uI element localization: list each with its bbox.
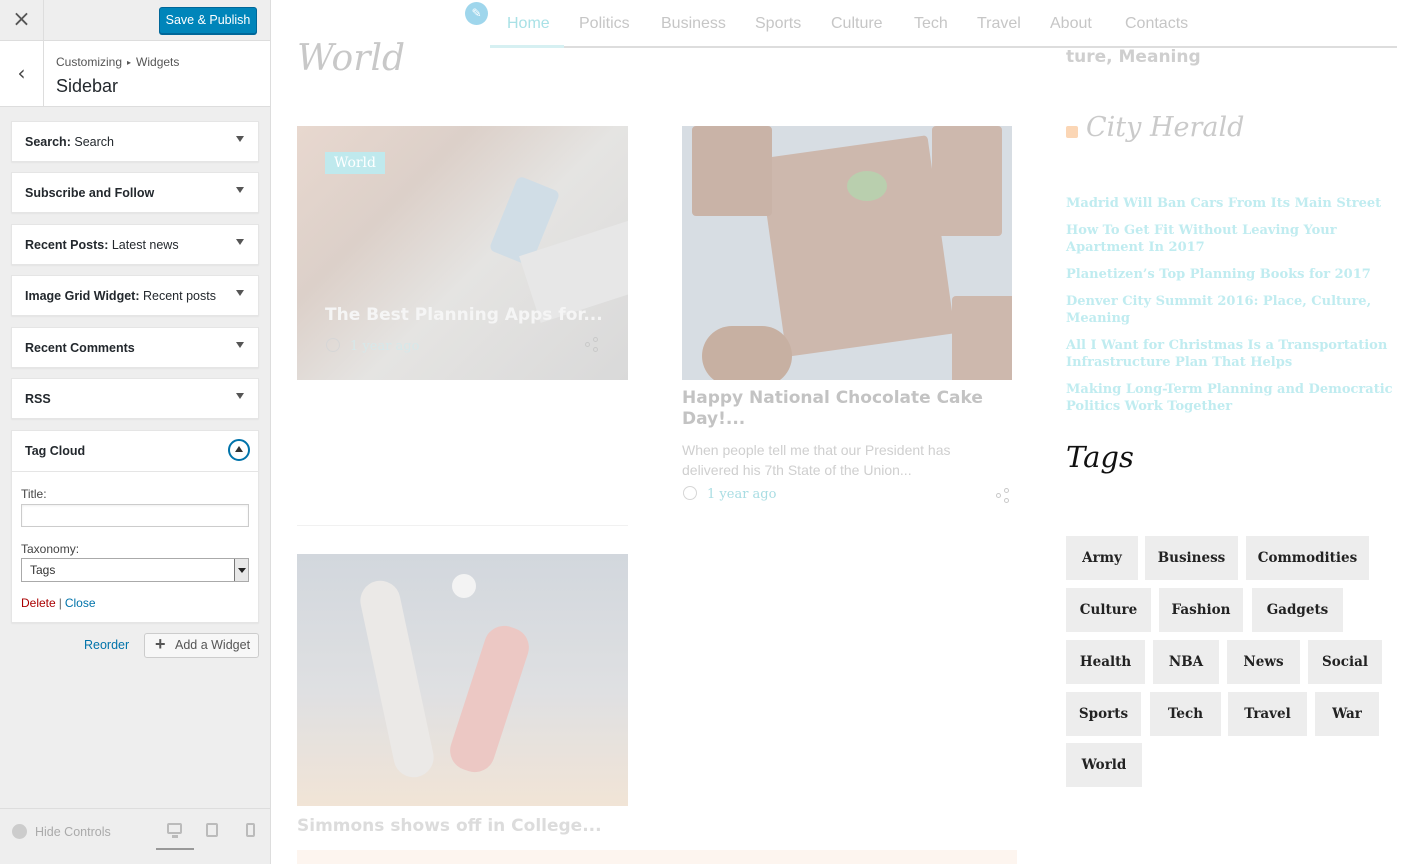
post-title[interactable]: Happy National Chocolate Cake Day!... [682, 388, 992, 430]
rss-item[interactable]: Madrid Will Ban Cars From Its Main Stree… [1066, 195, 1396, 212]
post-title[interactable]: Simmons shows off in College... [297, 816, 602, 836]
rss-title[interactable]: City Herald [1086, 112, 1244, 143]
tag-culture[interactable]: Culture [1066, 588, 1151, 632]
nav-active-indicator [490, 45, 564, 48]
tag-travel[interactable]: Travel [1228, 692, 1307, 736]
tag-health[interactable]: Health [1066, 640, 1145, 684]
tags-title: Tags [1066, 440, 1134, 474]
divider [297, 525, 628, 526]
page-title: World [297, 38, 405, 79]
nav-contacts[interactable]: Contacts [1125, 15, 1188, 33]
rss-item[interactable]: All I Want for Christmas Is a Transporta… [1066, 337, 1396, 371]
rss-item[interactable]: Planetizen’s Top Planning Books for 2017 [1066, 266, 1396, 283]
clock-icon [683, 486, 697, 500]
rss-icon [1066, 126, 1078, 138]
nav-business[interactable]: Business [661, 15, 726, 33]
tag-social[interactable]: Social [1308, 640, 1382, 684]
rss-item[interactable]: Denver City Summit 2016: Place, Culture,… [1066, 293, 1396, 327]
clock-icon [326, 338, 340, 352]
tag-world[interactable]: World [1066, 743, 1142, 787]
nav-about[interactable]: About [1050, 15, 1092, 33]
share-icon[interactable] [585, 337, 599, 352]
share-icon[interactable] [996, 488, 1010, 503]
nav-underline [490, 46, 1397, 48]
rss-list: Madrid Will Ban Cars From Its Main Stree… [1066, 195, 1396, 425]
nav-culture[interactable]: Culture [831, 15, 883, 33]
tag-business[interactable]: Business [1145, 536, 1238, 580]
post-image-soccer[interactable] [297, 554, 628, 806]
category-badge[interactable]: World [325, 152, 385, 174]
rss-item[interactable]: Making Long-Term Planning and Democratic… [1066, 381, 1396, 415]
nav-politics[interactable]: Politics [579, 15, 630, 33]
tag-tech[interactable]: Tech [1150, 692, 1221, 736]
tag-army[interactable]: Army [1066, 536, 1138, 580]
nav-tech[interactable]: Tech [914, 15, 948, 33]
post-date: 1 year ago [326, 338, 419, 354]
tag-war[interactable]: War [1315, 692, 1379, 736]
post-image-chocolate[interactable] [682, 126, 1012, 380]
tag-commodities[interactable]: Commodities [1246, 536, 1369, 580]
nav-travel[interactable]: Travel [977, 15, 1021, 33]
post-title[interactable]: The Best Planning Apps for... [325, 305, 603, 325]
nav-sports[interactable]: Sports [755, 15, 801, 33]
edit-shortcut-icon[interactable]: ✎ [465, 2, 488, 25]
post-date: 1 year ago [683, 486, 776, 502]
rss-item[interactable]: How To Get Fit Without Leaving Your Apar… [1066, 222, 1396, 256]
tag-gadgets[interactable]: Gadgets [1252, 588, 1343, 632]
tag-nba[interactable]: NBA [1153, 640, 1219, 684]
nav-home[interactable]: Home [507, 15, 550, 33]
post-excerpt: When people tell me that our President h… [682, 442, 951, 478]
next-post-strip [297, 850, 1017, 864]
tag-fashion[interactable]: Fashion [1159, 588, 1243, 632]
tag-news[interactable]: News [1227, 640, 1300, 684]
tag-sports[interactable]: Sports [1066, 692, 1141, 736]
previous-widget-text[interactable]: ture, Meaning [1066, 47, 1201, 67]
